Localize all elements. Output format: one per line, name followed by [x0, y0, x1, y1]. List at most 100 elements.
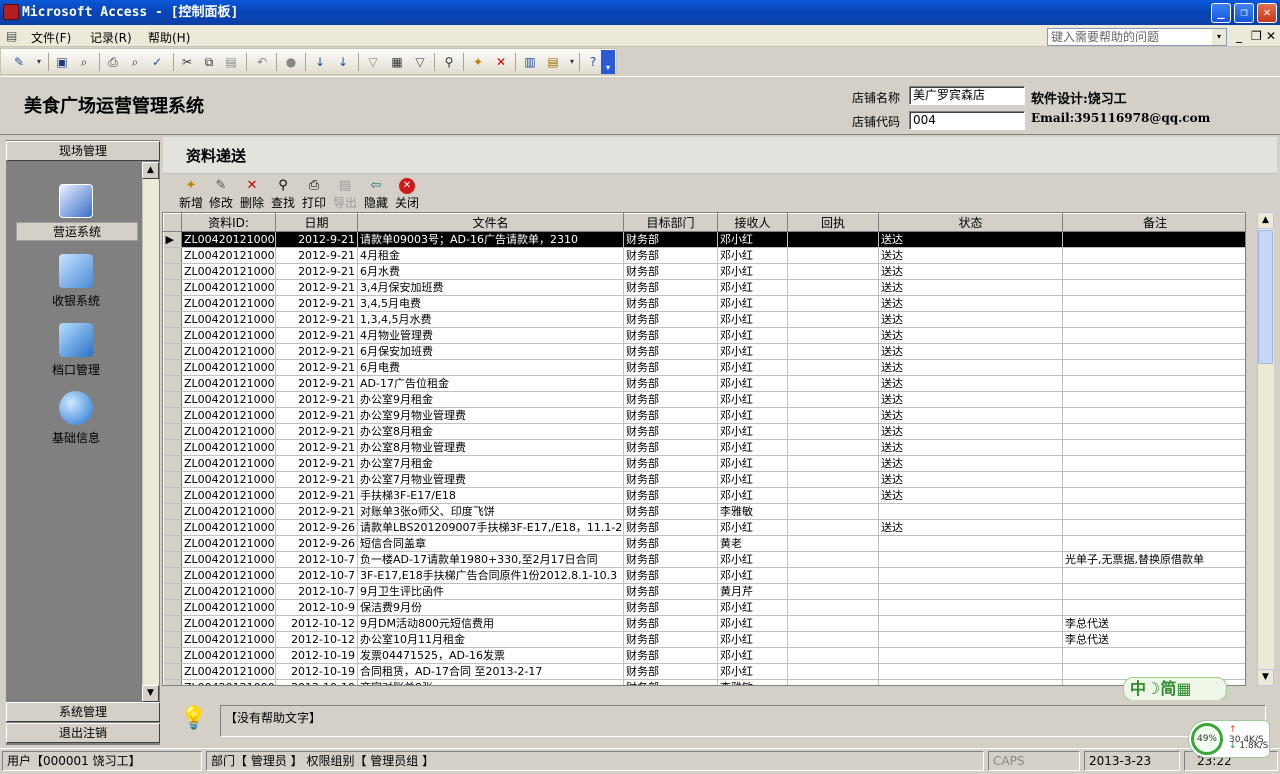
table-cell[interactable]: 财务部	[623, 551, 718, 568]
table-cell[interactable]	[787, 567, 879, 584]
table-cell[interactable]: 邓小红	[717, 551, 788, 568]
view-dropdown-icon[interactable]: ▾	[31, 54, 47, 70]
table-cell[interactable]	[878, 615, 1063, 632]
table-cell[interactable]	[787, 343, 879, 360]
table-cell[interactable]	[787, 663, 879, 680]
row-selector[interactable]	[163, 519, 182, 536]
table-cell[interactable]: 邓小红	[717, 599, 788, 616]
table-cell[interactable]: 2012-9-21	[275, 487, 358, 504]
table-cell[interactable]: 商家对账单8张	[357, 679, 624, 685]
row-selector[interactable]	[163, 391, 182, 408]
row-selector[interactable]	[163, 679, 182, 685]
table-cell[interactable]	[787, 391, 879, 408]
table-cell[interactable]: ZL0042012100012	[181, 407, 276, 424]
access-app-icon[interactable]	[3, 4, 19, 20]
table-cell[interactable]: 对账单3张o师父、印度飞饼	[357, 503, 624, 520]
column-header[interactable]: 目标部门	[623, 213, 718, 232]
table-cell[interactable]: 邓小红	[717, 375, 788, 392]
table-cell[interactable]: 2012-9-26	[275, 535, 358, 552]
table-row[interactable]: ZL00420121000162012-9-21办公室7月物业管理费财务部邓小红…	[163, 471, 1245, 488]
table-cell[interactable]: 邓小红	[717, 279, 788, 296]
table-cell[interactable]: 邓小红	[717, 647, 788, 664]
table-cell[interactable]	[787, 679, 879, 685]
table-cell[interactable]: 财务部	[623, 359, 718, 376]
sidebar-section-onsite[interactable]: 现场管理	[6, 141, 160, 161]
table-cell[interactable]: 2012-9-21	[275, 423, 358, 440]
sidebar-item-stalls[interactable]: 档口管理	[16, 323, 136, 378]
close-button[interactable]: ✕ 关闭	[392, 178, 422, 211]
paste-icon[interactable]: ▤	[223, 54, 239, 70]
table-cell[interactable]: 办公室9月物业管理费	[357, 407, 624, 424]
table-cell[interactable]: 黄月芹	[717, 583, 788, 600]
table-cell[interactable]: 3F-E17,E18手扶梯广告合同原件1份2012.8.1-10.3	[357, 567, 624, 584]
table-cell[interactable]: 李总代送	[1062, 615, 1245, 632]
row-selector[interactable]	[163, 455, 182, 472]
row-selector[interactable]	[163, 551, 182, 568]
table-cell[interactable]	[787, 327, 879, 344]
table-cell[interactable]: 送达	[878, 375, 1063, 392]
table-cell[interactable]: 送达	[878, 327, 1063, 344]
table-row[interactable]: ZL00420121000092012-9-216月电费财务部邓小红 送达	[163, 359, 1245, 376]
network-speed-widget[interactable]: 49% ↑ 30.4K/S ↓ 1.8K/S	[1188, 720, 1270, 758]
row-selector[interactable]	[163, 567, 182, 584]
table-cell[interactable]	[1062, 391, 1245, 408]
table-cell[interactable]	[1062, 599, 1245, 616]
table-cell[interactable]: 财务部	[623, 391, 718, 408]
grid-scrollbar[interactable]: ▲ ▼	[1257, 212, 1274, 686]
table-cell[interactable]: ZL0042012100028	[181, 663, 276, 680]
delete-button[interactable]: ✕ 删除	[237, 178, 267, 211]
table-cell[interactable]: ZL0042012100002	[181, 247, 276, 264]
table-cell[interactable]: 2012-9-21	[275, 503, 358, 520]
table-cell[interactable]: 6月保安加班费	[357, 343, 624, 360]
table-cell[interactable]: 财务部	[623, 263, 718, 280]
new-object-icon[interactable]: ▤	[545, 54, 561, 70]
table-cell[interactable]: ZL0042012100027	[181, 647, 276, 664]
table-cell[interactable]: 送达	[878, 231, 1063, 248]
table-row[interactable]: ZL00420121000252012-10-129月DM活动800元短信费用财…	[163, 615, 1245, 632]
table-row[interactable]: ZL00420121000112012-9-21办公室9月租金财务部邓小红 送达	[163, 391, 1245, 408]
table-cell[interactable]: 6月电费	[357, 359, 624, 376]
table-cell[interactable]: 财务部	[623, 247, 718, 264]
row-selector[interactable]	[163, 343, 182, 360]
table-cell[interactable]: ZL0042012100007	[181, 327, 276, 344]
row-selector[interactable]	[163, 663, 182, 680]
sidebar-item-operations[interactable]: 营运系统	[16, 184, 138, 241]
table-cell[interactable]: 2012-9-21	[275, 375, 358, 392]
table-cell[interactable]: 2012-10-19	[275, 663, 358, 680]
table-cell[interactable]: 送达	[878, 263, 1063, 280]
print-button[interactable]: ⎙ 打印	[299, 178, 329, 211]
table-row[interactable]: ZL00420121000172012-9-21手扶梯3F-E17/E18财务部…	[163, 487, 1245, 504]
column-header[interactable]: 日期	[275, 213, 358, 232]
row-selector[interactable]	[163, 263, 182, 280]
table-cell[interactable]: ZL0042012100022	[181, 567, 276, 584]
ime-indicator[interactable]: 中☽简▦	[1123, 677, 1227, 701]
table-cell[interactable]: ZL0042012100004	[181, 279, 276, 296]
table-cell[interactable]	[787, 631, 879, 648]
print-icon[interactable]: ⎙	[105, 54, 121, 70]
table-cell[interactable]: 2012-9-21	[275, 311, 358, 328]
table-cell[interactable]: 邓小红	[717, 247, 788, 264]
table-cell[interactable]: 财务部	[623, 455, 718, 472]
table-row[interactable]: ZL00420121000032012-9-216月水费财务部邓小红 送达	[163, 263, 1245, 280]
table-cell[interactable]: 2012-9-21	[275, 439, 358, 456]
table-cell[interactable]: 邓小红	[717, 455, 788, 472]
table-row[interactable]: ZL00420121000242012-10-9保洁费9月份财务部邓小红	[163, 599, 1245, 616]
table-cell[interactable]: 邓小红	[717, 631, 788, 648]
table-cell[interactable]: 财务部	[623, 583, 718, 600]
table-cell[interactable]: 办公室8月物业管理费	[357, 439, 624, 456]
table-cell[interactable]	[1062, 471, 1245, 488]
table-cell[interactable]: 2012-9-26	[275, 519, 358, 536]
table-cell[interactable]: 4月物业管理费	[357, 327, 624, 344]
table-cell[interactable]: 财务部	[623, 631, 718, 648]
table-cell[interactable]: 财务部	[623, 295, 718, 312]
table-cell[interactable]: 送达	[878, 279, 1063, 296]
table-cell[interactable]: 财务部	[623, 679, 718, 685]
scroll-thumb[interactable]	[1258, 230, 1273, 364]
table-cell[interactable]	[787, 263, 879, 280]
table-row[interactable]: ZL00420121000212012-10-7负一楼AD-17请款单1980+…	[163, 551, 1245, 568]
table-cell[interactable]	[1062, 327, 1245, 344]
table-cell[interactable]: AD-17广告位租金	[357, 375, 624, 392]
table-cell[interactable]: 邓小红	[717, 487, 788, 504]
scroll-down-icon[interactable]: ▼	[142, 685, 159, 702]
row-selector[interactable]	[163, 647, 182, 664]
